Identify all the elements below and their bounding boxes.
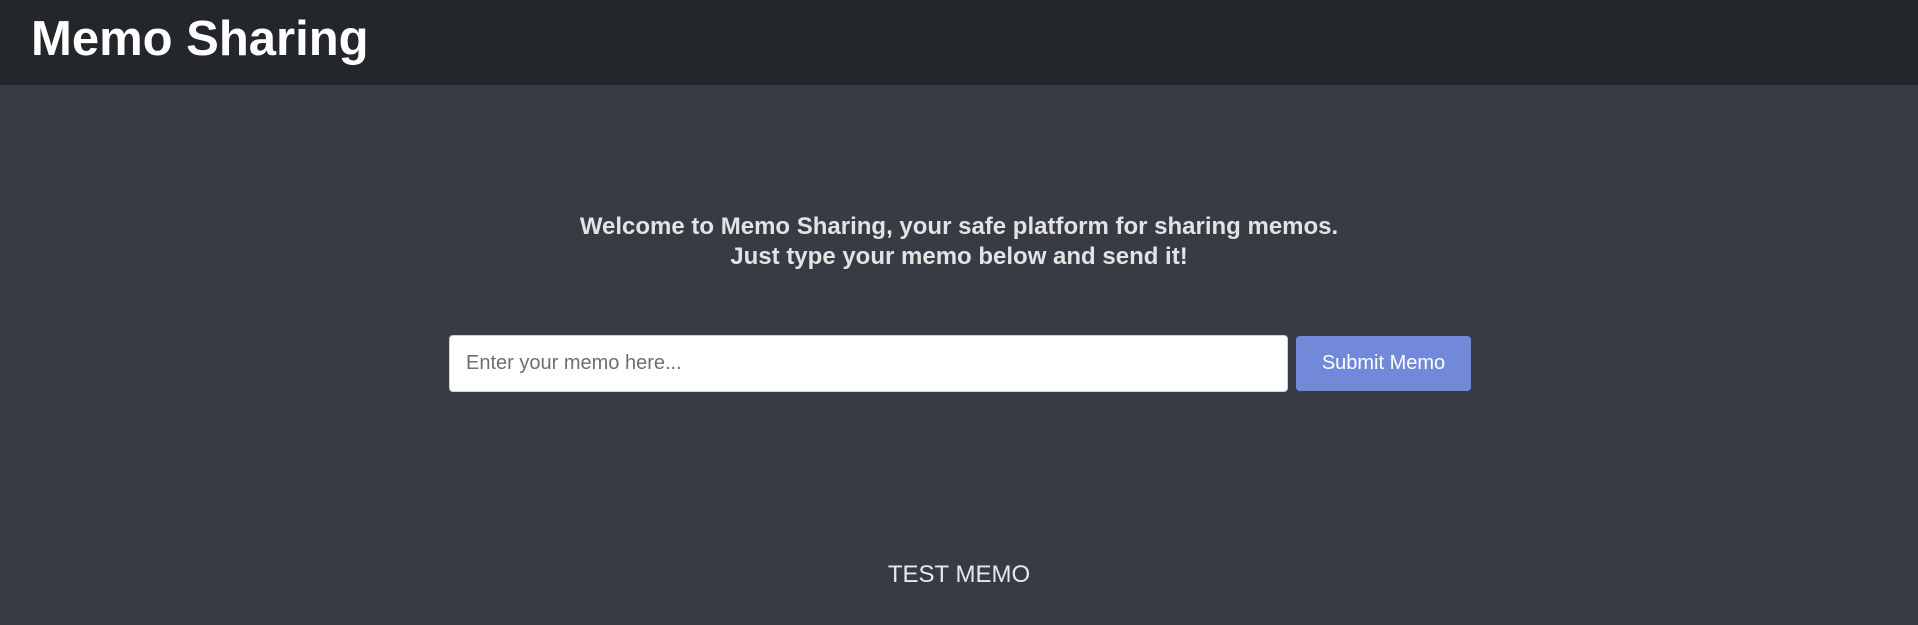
- memo-list: TEST MEMO: [0, 563, 1918, 587]
- submit-memo-button[interactable]: Submit Memo: [1296, 336, 1471, 391]
- memo-item: TEST MEMO: [887, 561, 1031, 588]
- welcome-line-2: Just type your memo below and send it!: [730, 243, 1188, 270]
- memo-input[interactable]: [449, 335, 1288, 392]
- memo-form: Submit Memo: [449, 335, 1471, 392]
- app-title: Memo Sharing: [31, 12, 369, 66]
- welcome-message: Welcome to Memo Sharing, your safe platf…: [0, 212, 1918, 272]
- welcome-line-1: Welcome to Memo Sharing, your safe platf…: [579, 213, 1339, 240]
- main-content: Welcome to Memo Sharing, your safe platf…: [0, 85, 1918, 625]
- top-bar: Memo Sharing: [0, 0, 1918, 85]
